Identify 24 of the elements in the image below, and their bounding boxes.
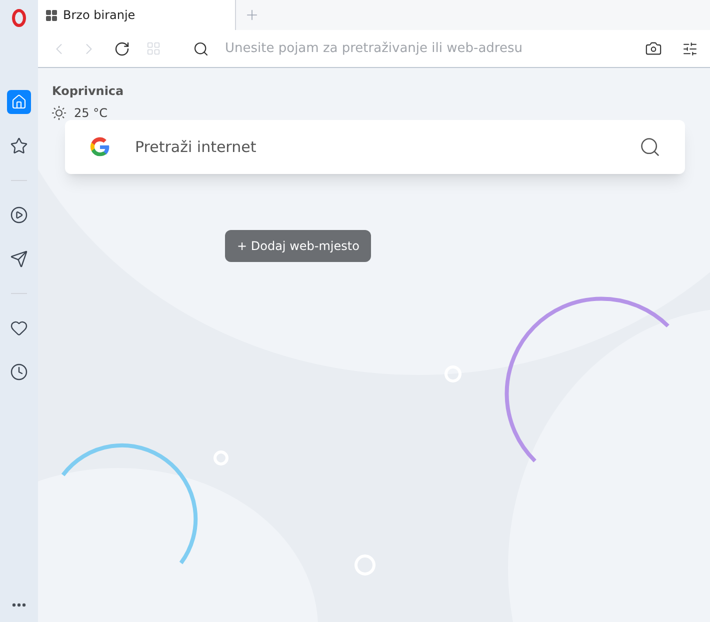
reload-icon[interactable] (114, 40, 130, 56)
grid-icon (46, 10, 57, 20)
sun-icon (52, 106, 66, 120)
google-icon (89, 136, 111, 158)
add-site-button[interactable]: + Dodaj web-mjesto (225, 230, 372, 262)
heart-icon (10, 319, 28, 337)
search-input[interactable]: Pretraži internet (135, 136, 639, 158)
send-icon (10, 250, 28, 268)
camera-icon[interactable] (645, 40, 662, 57)
temperature: 25 °C (74, 105, 108, 122)
weather-city: Koprivnica (52, 83, 125, 100)
search-icon (193, 40, 209, 56)
play-circle-icon (10, 206, 28, 224)
search-box[interactable]: Pretraži internet (65, 120, 685, 174)
browser-tab[interactable]: Brzo biranje (38, 0, 235, 30)
search-icon[interactable] (639, 136, 661, 158)
more-icon[interactable] (12, 603, 26, 607)
opera-logo[interactable] (12, 9, 26, 27)
clock-icon (10, 363, 28, 381)
sidebar-button[interactable] (7, 90, 31, 114)
home-icon (11, 94, 27, 110)
plus-icon (244, 7, 260, 23)
star-icon (10, 137, 28, 155)
settings-icon[interactable] (682, 40, 698, 56)
